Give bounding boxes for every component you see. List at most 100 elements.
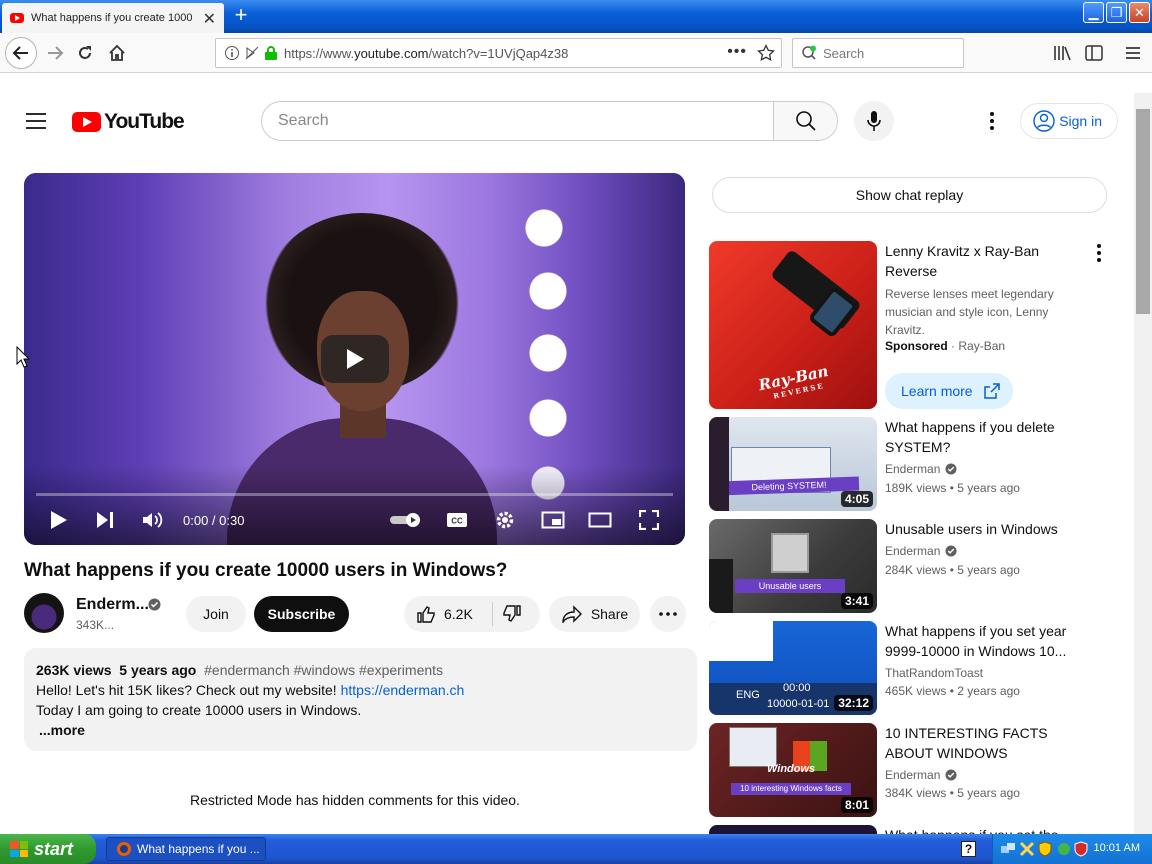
description-box[interactable]: 263K views 5 years ago #endermanch #wind… [24,648,697,751]
taskbar-window-button[interactable]: What happens if you ... [106,837,266,861]
help-icon[interactable]: ? [961,841,976,857]
recommended-video-thumbnail[interactable]: ENG 00:00 10000-01-01 32:12 [709,621,877,715]
recommended-video-channel[interactable]: ThatRandomToast [885,666,983,680]
thumbs-down-icon[interactable] [502,604,522,624]
verified-badge-icon [148,598,161,611]
browser-search-field[interactable]: Search [792,38,964,68]
guide-menu-icon[interactable] [25,112,47,130]
arrow-right-icon [48,46,64,60]
channel-name[interactable]: Enderm... [76,596,149,614]
close-window-button[interactable]: ✕ [1129,2,1150,23]
sidebar-toggle-icon[interactable] [1085,45,1103,61]
channel-avatar[interactable] [24,593,64,633]
theater-mode-button[interactable] [587,508,613,532]
home-icon [109,44,125,61]
autoplay-toggle[interactable] [388,508,424,532]
forward-button[interactable] [40,38,70,68]
reload-button[interactable] [70,38,100,68]
page-scrollbar[interactable] [1134,93,1152,834]
new-tab-button[interactable]: + [230,4,252,28]
recommended-video-thumbnail[interactable]: Windows 10 interesting Windows facts 8:0… [709,723,877,817]
maximize-window-button[interactable]: ❐ [1106,2,1127,23]
minimize-window-button[interactable]: ▁ [1083,2,1104,23]
settings-kebab-icon[interactable] [989,111,995,131]
microphone-icon [867,111,881,131]
subscriber-count: 343K... [76,618,115,632]
youtube-search-input[interactable]: Search [262,102,773,140]
show-more-link[interactable]: ...more [39,720,685,740]
recommended-video-channel[interactable]: Enderman [885,544,957,558]
recommended-video-title[interactable]: What happens if you set the [885,825,1085,834]
like-dislike-group: 6.2K [404,596,540,632]
fullscreen-button[interactable] [637,508,661,532]
scrollbar-thumb[interactable] [1136,109,1150,314]
ad-sponsor-line: Sponsored · Ray-Ban [885,339,1006,353]
address-bar[interactable]: https://www.youtube.com/watch?v=1UVjQap4… [215,38,782,68]
ad-title[interactable]: Lenny Kravitz x Ray-Ban Reverse [885,241,1080,281]
hamburger-menu-icon[interactable] [1125,46,1141,60]
recommended-video-channel[interactable]: Enderman [885,768,957,782]
website-link[interactable]: https://enderman.ch [341,682,465,698]
recommended-video-thumbnail[interactable]: Unusable users 3:41 [709,519,877,613]
learn-more-label: Learn more [901,383,973,399]
share-label: Share [590,606,629,622]
description-line-2: Today I am going to create 10000 users i… [36,702,362,718]
search-icon [795,111,816,131]
recommended-video-thumbnail[interactable] [709,825,877,834]
mute-button[interactable] [141,508,165,532]
tray-tool-icon[interactable] [1056,841,1072,857]
home-button[interactable] [102,38,132,68]
join-button[interactable]: Join [186,596,246,632]
taskbar-clock[interactable]: 10:01 AM [1094,842,1140,854]
recommended-video-thumbnail[interactable]: Deleting SYSTEM! 4:05 [709,417,877,511]
captions-button[interactable]: CC [445,508,469,532]
miniplayer-button[interactable] [540,508,566,532]
recommended-video-title[interactable]: Unusable users in Windows [885,519,1085,539]
reload-icon [79,46,91,59]
play-button[interactable] [48,508,70,532]
skip-next-icon [97,512,113,528]
search-engine-icon [802,45,816,60]
tray-app-icon[interactable] [1019,841,1035,857]
fullscreen-icon [639,510,659,530]
recommended-video-meta: 189K views • 5 years ago [885,481,1020,495]
bookmark-star-icon[interactable] [757,44,775,62]
youtube-logo[interactable]: YouTube [72,110,185,134]
subscribe-button[interactable]: Subscribe [254,596,349,632]
recommended-video-channel[interactable]: Enderman [885,462,957,476]
ad-thumbnail[interactable]: Ray-Ban REVERSE [709,241,877,409]
youtube-search-button[interactable] [773,102,837,140]
next-button[interactable] [94,508,116,532]
security-shield-icon[interactable] [1038,841,1052,857]
share-button[interactable]: Share [549,596,640,632]
autoplay-toggle-icon [390,513,420,527]
like-count[interactable]: 6.2K [444,606,473,622]
sign-in-button[interactable]: Sign in [1020,103,1118,139]
view-count: 263K views [36,662,112,678]
large-play-button[interactable] [321,335,389,383]
library-icon[interactable] [1053,44,1073,62]
youtube-wordmark: YouTube [104,110,185,133]
start-button[interactable]: start [0,834,96,864]
recommended-video-title[interactable]: 10 INTERESTING FACTS ABOUT WINDOWS [885,723,1085,763]
show-chat-replay-button[interactable]: Show chat replay [712,177,1107,213]
page-actions-menu-icon[interactable]: ••• [727,43,747,61]
more-actions-button[interactable] [650,596,686,632]
video-duration: 3:41 [840,593,873,609]
browser-tab-active[interactable]: What happens if you create 1000 ✕ [2,3,224,33]
learn-more-button[interactable]: Learn more [885,373,1013,409]
close-tab-icon[interactable]: ✕ [203,9,216,29]
video-player[interactable]: 0:00 / 0:30 CC [24,173,685,545]
settings-button[interactable] [493,508,517,532]
start-label: start [34,838,74,859]
network-icon[interactable] [1000,841,1016,857]
recommended-video-title[interactable]: What happens if you delete SYSTEM? [885,417,1085,457]
recommended-video-title[interactable]: What happens if you set year 9999-10000 … [885,621,1085,661]
thumbs-up-icon[interactable] [416,604,436,624]
back-button[interactable] [5,37,37,69]
ad-menu-icon[interactable] [1090,243,1108,263]
info-icon [225,46,239,60]
voice-search-button[interactable] [854,101,894,141]
security-alert-icon[interactable] [1074,841,1088,857]
progress-bar[interactable] [36,493,673,496]
